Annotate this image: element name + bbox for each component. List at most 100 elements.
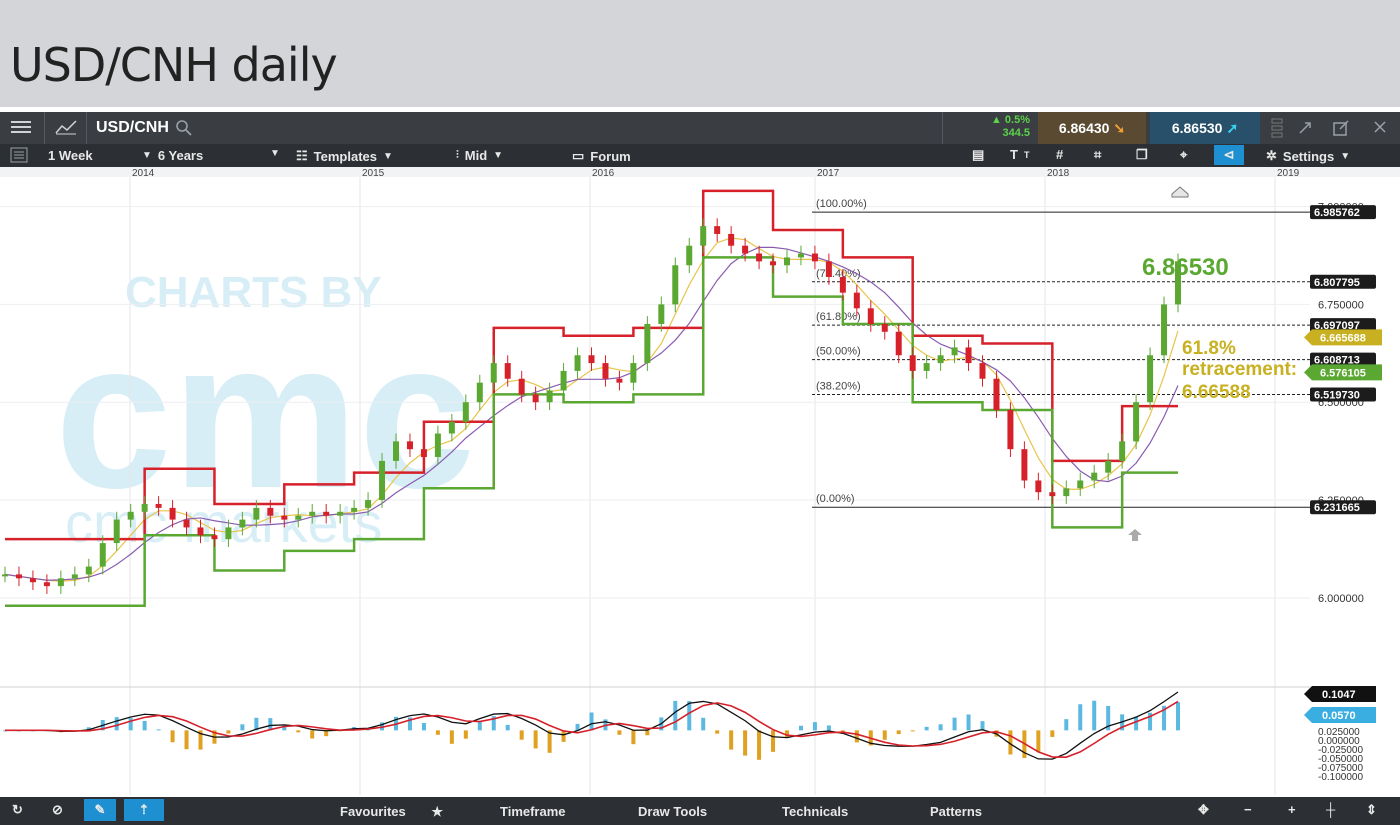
macd-histogram-bar [477,721,482,731]
candle [1091,472,1098,481]
macd-histogram-bar [910,730,915,732]
year-label: 2017 [817,168,840,179]
macd-histogram-bar [771,730,776,752]
move-icon[interactable]: ✥ [1198,802,1209,818]
expand-icon[interactable] [1296,119,1314,137]
macd-histogram-bar [966,714,971,731]
font-size-icon[interactable]: TT [1010,147,1029,162]
layout-icon[interactable]: ▤ [972,147,984,163]
buy-button[interactable]: 6.86530 ➚ [1150,112,1260,144]
chart-area[interactable]: CHARTS BY cmc cmc markets 2014 2015 2016 20… [0,167,1400,795]
candle [1133,402,1140,442]
favourites-label: Favourites [340,804,406,819]
price-axis-label: 6.807795 [1314,277,1360,289]
grid-icon[interactable]: # [1056,147,1063,162]
macd-histogram-bar [184,730,189,750]
bars-icon: ⫶ [456,149,459,161]
candle [1049,492,1056,497]
menu-icon[interactable] [10,118,32,136]
macd-histogram-bar [226,730,231,734]
price-axis-label: 6.231665 [1314,502,1360,514]
macd-histogram-bar [1036,730,1041,752]
macd-axis-label: 0.0570 [1322,710,1356,722]
candle [211,535,218,540]
macd-histogram-bar [826,725,831,731]
candle [323,511,330,516]
candle [337,511,344,516]
window-icon[interactable]: ❐ [1136,147,1148,163]
popout-icon[interactable] [1332,119,1350,137]
depth-icon[interactable] [1270,118,1284,138]
sell-button[interactable]: 6.86430 ➘ [1038,112,1146,144]
list-icon[interactable] [10,147,28,163]
sliders-icon: ☷ [296,148,308,163]
symbol-search[interactable]: USD/CNH [96,119,193,137]
top-marker-icon[interactable] [1171,186,1189,198]
candle [295,515,302,520]
zoom-out-icon[interactable]: − [1244,802,1252,817]
chart-type-icon[interactable] [54,118,78,136]
candle [1063,488,1070,497]
macd-histogram-bar [743,730,748,756]
search-icon [176,120,192,136]
candle [546,390,553,403]
templates-button[interactable]: ☷ Templates ▼ [296,148,393,164]
candle [57,578,64,587]
settings-button[interactable]: ✲ Settings ▼ [1266,148,1350,164]
candle [29,578,36,583]
macd-histogram-bar [938,724,943,731]
chevron-down-icon[interactable]: ▼ [270,148,280,159]
candle [15,574,22,579]
bottom-marker-icon[interactable] [1128,529,1142,541]
candle [155,503,162,508]
macd-histogram-bar [519,730,524,740]
candle [85,566,92,575]
candle [797,253,804,258]
price-axis-label: 6.576105 [1320,367,1366,379]
macd-histogram-bar [156,729,161,731]
price-axis-label: 6.000000 [1318,593,1364,605]
candle [993,378,1000,411]
candle [225,527,232,540]
macd-histogram-bar [952,717,957,731]
interval-select[interactable]: 1 Week [48,148,93,163]
clear-icon[interactable]: ⊘ [52,802,63,818]
draw-tools-button[interactable]: Draw Tools [638,804,707,819]
chevron-down-icon: ▼ [493,150,504,161]
candle [490,363,497,383]
close-icon[interactable] [1372,119,1388,135]
forum-button[interactable]: ▭ Forum [572,148,631,164]
cursor-select-icon[interactable]: ⇡ [124,799,164,821]
candle [853,292,860,309]
candle [434,433,441,457]
favourites-button[interactable]: Favourites ★ [340,804,443,820]
zoom-in-icon[interactable]: + [1288,802,1296,817]
arrow-down-icon: ➘ [1113,119,1126,136]
candle [909,355,916,371]
candle [351,507,358,512]
candle [630,363,637,383]
candle [728,233,735,246]
candle [560,370,567,391]
macd-histogram-bar [463,730,468,739]
pencil-icon[interactable]: ✎ [84,799,116,821]
macd-histogram-bar [114,717,119,731]
chevron-down-icon: ▼ [142,150,152,161]
crosshair-icon[interactable]: ┼ [1326,802,1335,817]
year-label: 2015 [362,168,385,179]
price-axis-label: 6.750000 [1318,299,1364,311]
refresh-icon[interactable]: ↻ [12,802,23,818]
timeframe-button[interactable]: Timeframe [500,804,566,819]
candle [602,363,609,379]
cursor-icon[interactable]: ⌖ [1180,147,1187,163]
range-select[interactable]: ▼ 6 Years [142,148,203,163]
crosshair-grid-icon[interactable]: ⌗ [1094,147,1101,163]
candle [1007,410,1014,450]
tag-icon[interactable]: ⊲ [1214,145,1244,165]
candle [644,323,651,364]
patterns-button[interactable]: Patterns [930,804,982,819]
technicals-button[interactable]: Technicals [782,804,848,819]
price-type-select[interactable]: ⫶ Mid ▼ [456,148,503,163]
fit-icon[interactable]: ⇕ [1366,802,1377,818]
price-chart[interactable]: CHARTS BY cmc cmc markets 2014 2015 2016 20… [0,167,1400,795]
